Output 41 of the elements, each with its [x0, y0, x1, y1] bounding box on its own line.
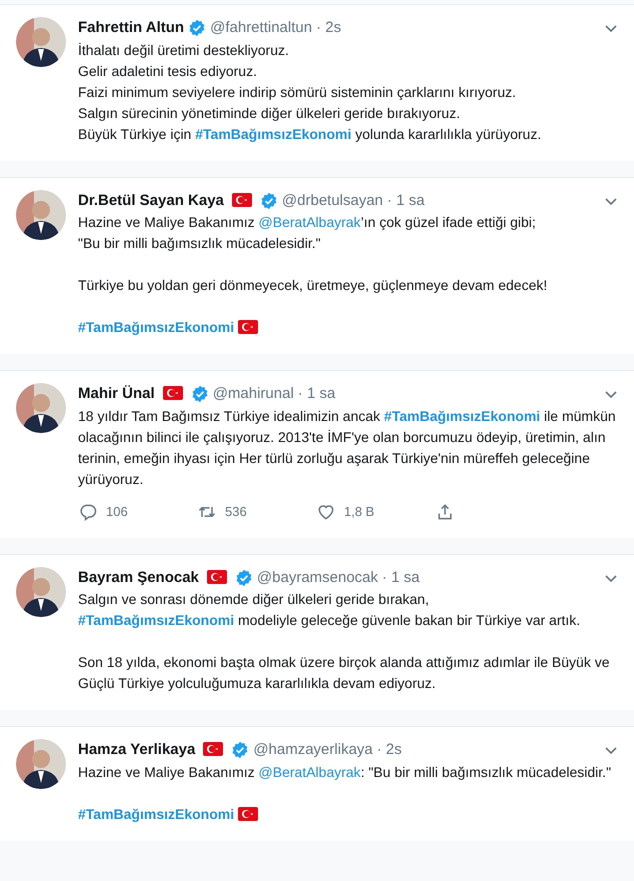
- tweet-text: Büyük Türkiye için #TamBağımsızEkonomi yolunda kararlılıkla yürüyoruz.: [78, 124, 542, 144]
- tweet-time[interactable]: · 2s: [316, 17, 342, 40]
- tweet-time[interactable]: · 1 sa: [387, 190, 425, 212]
- author-name[interactable]: Hamza Yerlikaya: [78, 739, 196, 762]
- author-name[interactable]: Bayram Şenocak: [78, 566, 199, 589]
- tweet-text: 18 yıldır Tam Bağımsız Türkiye idealimizin ancak #TamBağımsızEkonomi ile mümkün olacağının bilinci ile çalışıyoruz. 2013'te İMF'ye olan borcumuzu ödeyip, üretimin, alın terinin, emeğin ihyası için Her türlü zorluğu aşarak Türkiye'nin müreffeh geleceğine yürüyoruz.: [78, 406, 617, 489]
- tweet-time[interactable]: · 1 sa: [298, 383, 336, 406]
- tweet-text: Son 18 yılda, ekonomi başta olmak üzere birçok alanda attığımız adımlar ile Büyük ve Güçlü Türkiye yolculuğumuza kararlılıkla devam ediyoruz.: [78, 653, 610, 693]
- action-count: 536: [225, 502, 247, 521]
- flag-icon: [238, 320, 258, 334]
- mention-link[interactable]: @BeratAlbayrak: [258, 764, 361, 780]
- author-handle[interactable]: @drbetulsayan: [282, 190, 384, 212]
- author-handle[interactable]: @fahrettinaltun: [210, 17, 312, 40]
- tweet-text: Salgın sürecinin yönetiminde diğer ülkeleri geride bırakıyoruz.: [78, 104, 462, 123]
- tweet-time[interactable]: · 2s: [376, 739, 402, 762]
- tweet-time[interactable]: · 1 sa: [382, 566, 420, 589]
- author-handle[interactable]: @bayramsenocak: [256, 566, 378, 589]
- author-name[interactable]: Fahrettin Altun: [78, 17, 184, 40]
- tweet-text: "Bu bir milli bağımsızlık mücadelesidir.": [78, 234, 322, 253]
- hashtag-link[interactable]: #TamBağımsızEkonomi: [78, 612, 234, 628]
- action-count: 106: [106, 502, 128, 521]
- tweet-text: Gelir adaletini tesis ediyoruz.: [78, 62, 258, 81]
- author-name[interactable]: Mahir Ünal: [78, 383, 155, 406]
- tweet-text: Salgın ve sonrası dönemde diğer ülkeleri geride bırakan,: [78, 590, 430, 609]
- author-name[interactable]: Dr.Betül Sayan Kaya: [78, 190, 224, 212]
- tweet-text: Türkiye bu yoldan geri dönmeyecek, üretmeye, güçlenmeye devam edecek!: [78, 276, 548, 295]
- author-handle[interactable]: @mahirunal: [212, 383, 294, 406]
- tweet-text: #TamBağımsızEkonomi modeliyle geleceğe güvenle bakan bir Türkiye var artık.: [78, 611, 582, 630]
- tweet-text: İthalatı değil üretimi destekliyoruz.: [78, 40, 290, 60]
- tweet-text: Hazine ve Maliye Bakanımız @BeratAlbayrak’ın çok güzel ifade ettiği gibi;: [78, 213, 537, 232]
- tweet-text: Faizi minimum seviyelere indirip sömürü sisteminin çarklarını kırıyoruz.: [78, 82, 518, 102]
- flag-icon: [238, 806, 258, 820]
- mention-link[interactable]: @BeratAlbayrak: [258, 214, 361, 230]
- hashtag-link[interactable]: #TamBağımsızEkonomi: [195, 126, 352, 142]
- reply-icon[interactable]: [78, 502, 98, 522]
- author-handle[interactable]: @hamzayerlikaya: [253, 739, 373, 762]
- hashtag-link[interactable]: #TamBağımsızEkonomi: [78, 806, 234, 822]
- hashtag-link[interactable]: #TamBağımsızEkonomi: [384, 408, 540, 424]
- action-count: 1,8 B: [344, 502, 374, 521]
- hashtag-link[interactable]: #TamBağımsızEkonomi: [78, 319, 234, 335]
- tweet-text: Hazine ve Maliye Bakanımız @BeratAlbayrak: "Bu bir milli bağımsızlık mücadelesidir.": [78, 762, 612, 782]
